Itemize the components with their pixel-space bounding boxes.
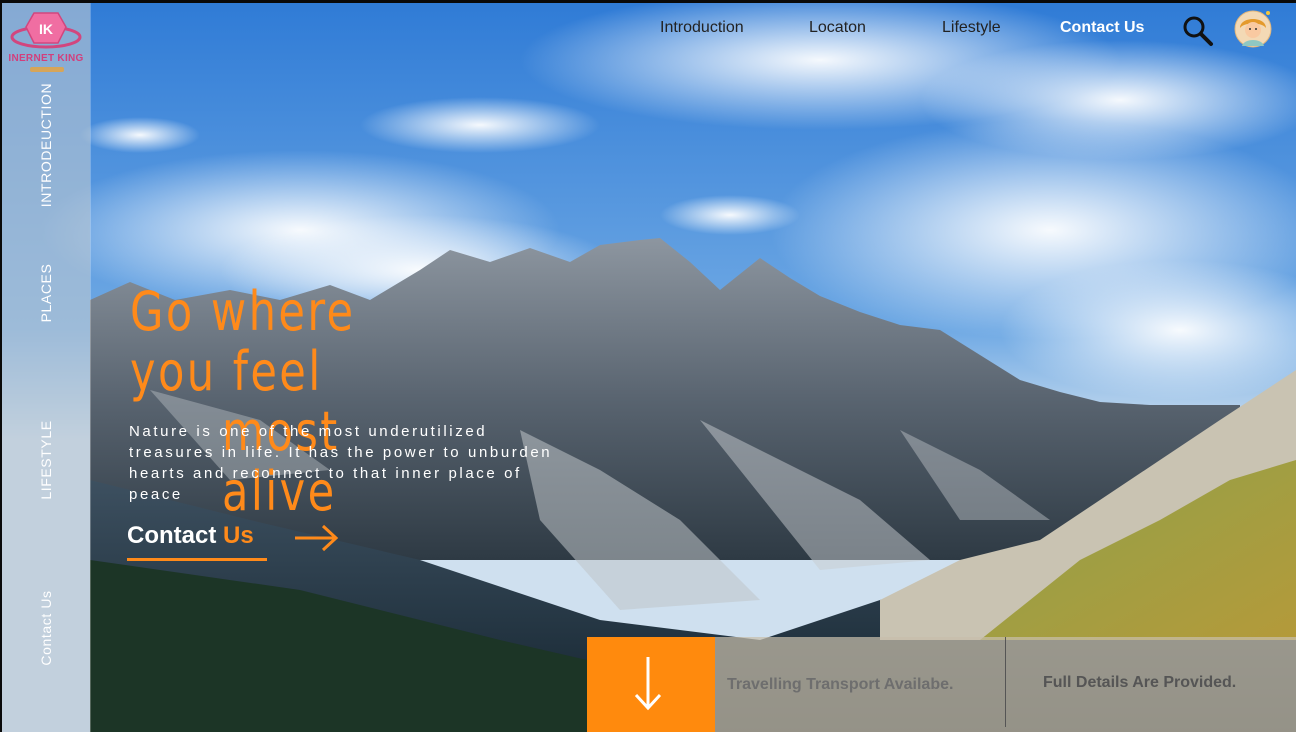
cta-underline <box>127 558 267 561</box>
nav-contact-us[interactable]: Contact Us <box>1060 19 1144 37</box>
arrow-down-icon <box>634 657 662 711</box>
cta-label-main: Contact <box>127 522 217 549</box>
search-icon[interactable] <box>1180 14 1214 48</box>
nav-lifestyle[interactable]: Lifestyle <box>942 19 1001 37</box>
page: IK INERNET KING INTRODEUCTION PLACES LIF… <box>0 0 1296 732</box>
cta-label: Contact Us <box>127 522 254 550</box>
logo-icon: IK <box>10 12 82 49</box>
logo-text: INERNET KING <box>8 53 84 64</box>
sidebar-item-places[interactable]: PLACES <box>2 223 90 363</box>
hero-headline-line-1: Go where you feel <box>130 280 356 403</box>
nav-introduction[interactable]: Introduction <box>660 19 744 37</box>
sidebar-item-label: LIFESTYLE <box>38 420 54 500</box>
sidebar-item-label: Contact Us <box>38 590 54 666</box>
top-border <box>0 0 1296 3</box>
scroll-down-button[interactable] <box>587 637 715 732</box>
contact-us-button[interactable]: Contact Us <box>127 520 367 564</box>
sidebar-item-contact-us[interactable]: Contact Us <box>2 558 90 698</box>
avatar-icon[interactable] <box>1234 10 1272 48</box>
hero-description: Nature is one of the most underutilized … <box>129 423 553 503</box>
cta-label-accent: Us <box>223 522 254 549</box>
arrow-right-icon <box>295 524 339 552</box>
logo-tagline-bar <box>30 67 64 72</box>
info-bar: Travelling Transport Availabe. Full Deta… <box>587 637 1296 732</box>
nav-location[interactable]: Locaton <box>809 19 866 37</box>
details-info: Full Details Are Provided. <box>1043 674 1237 691</box>
sidebar-item-label: INTRODEUCTION <box>38 82 54 208</box>
sidebar-item-label: PLACES <box>38 263 54 323</box>
transport-info: Travelling Transport Availabe. <box>727 676 954 693</box>
sidebar-item-lifestyle[interactable]: LIFESTYLE <box>2 390 90 530</box>
sidebar-item-introduction[interactable]: INTRODEUCTION <box>2 75 90 215</box>
info-divider <box>1005 637 1006 727</box>
logo-initials: IK <box>39 21 53 37</box>
sidebar: IK INERNET KING INTRODEUCTION PLACES LIF… <box>2 3 90 732</box>
